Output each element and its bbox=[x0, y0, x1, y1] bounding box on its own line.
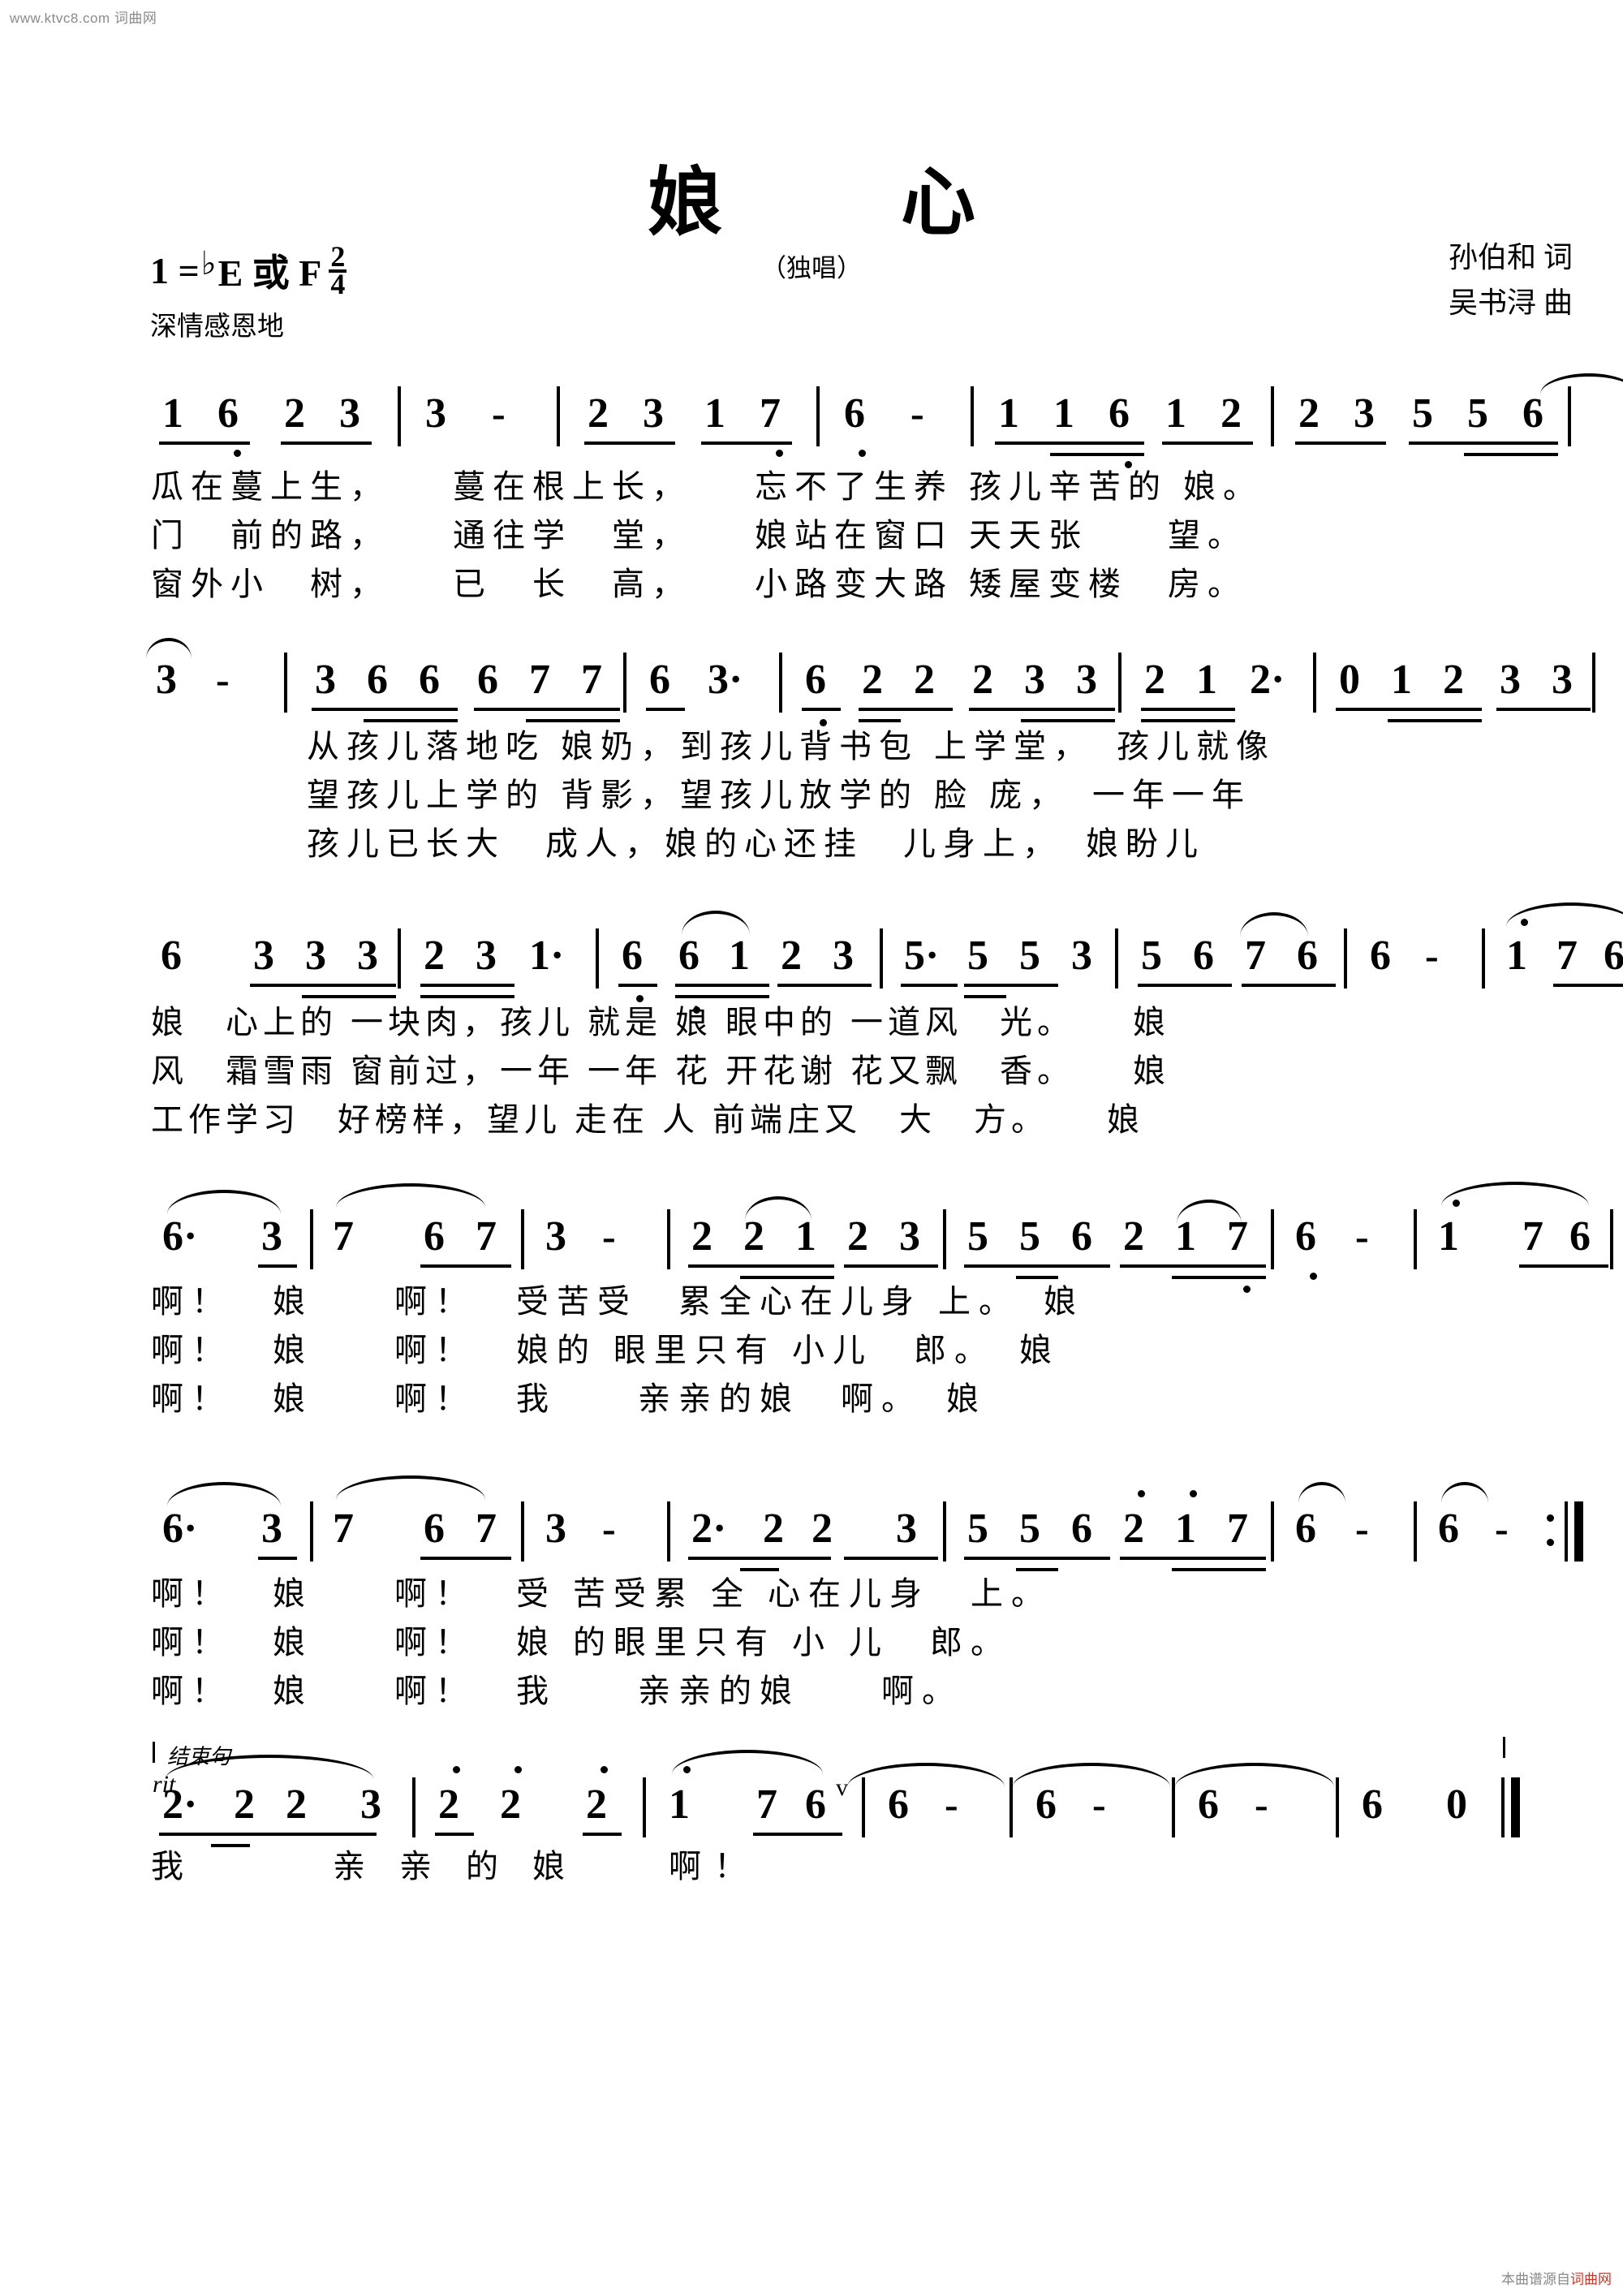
slur bbox=[1177, 1200, 1242, 1224]
tie bbox=[847, 1763, 1005, 1787]
lyric-verse-2: 门 前的路， 通往学 堂， 娘站在窗口 天天张 望。 bbox=[151, 517, 1247, 554]
slur bbox=[336, 1475, 485, 1500]
tie bbox=[1013, 1763, 1170, 1787]
meter-denominator: 4 bbox=[330, 268, 346, 300]
lyric-coda: 我 亲 亲 的 娘 啊！ bbox=[151, 1848, 760, 1885]
watermark-source-label: 本曲谱源自 bbox=[1501, 2272, 1570, 2287]
page-title: 娘 心 bbox=[647, 162, 1027, 244]
lyric-verse-3: 窗外小 树， 已 长 高， 小路变大路 矮屋变楼 房。 bbox=[151, 566, 1247, 602]
slur bbox=[167, 1190, 281, 1214]
tie-start bbox=[1540, 373, 1623, 394]
time-signature: 2 4 bbox=[329, 243, 347, 300]
breath-mark: v bbox=[836, 1774, 848, 1801]
slur bbox=[167, 1482, 281, 1506]
composer-credit: 吴书浔 曲 bbox=[1448, 286, 1573, 319]
repeat-dot-top bbox=[1547, 1514, 1554, 1522]
lyric-rows: 瓜在蔓上生， 蔓在根上长， 忘不了生养 孩儿辛苦的 娘。 bbox=[0, 459, 1623, 511]
flat-symbol: ♭ bbox=[200, 244, 217, 282]
slur bbox=[1506, 902, 1623, 927]
lyric-verse-2: 风 霜雪雨 窗前过，一年 一年 花 开花谢 花又飘 香。 娘 bbox=[151, 1053, 1170, 1089]
watermark-bottom-right: 本曲谱源自词曲网 bbox=[1501, 2268, 1612, 2288]
repeat-dot-bottom bbox=[1547, 1539, 1554, 1546]
lyric-verse-1: 啊！ 娘 啊！ 受苦受 累全心在儿身 上。 娘 bbox=[151, 1283, 1084, 1320]
lyric-verse-2: 啊！ 娘 啊！ 娘的 眼里只有 小儿 郎。 娘 bbox=[151, 1332, 1060, 1368]
tie-start bbox=[1298, 1482, 1345, 1503]
coda-bracket-end-tick bbox=[1503, 1737, 1505, 1758]
coda-bracket-tick bbox=[153, 1742, 155, 1763]
watermark-top-left: www.ktvc8.com 词曲网 bbox=[10, 11, 157, 26]
lyric-verse-2: 啊！ 娘 啊！ 娘 的眼里只有 小 儿 郎。 bbox=[151, 1624, 1011, 1661]
slur bbox=[1441, 1182, 1589, 1206]
staff-system-4: 6· 3 7 6 7 3 - 2 2 1 2 3 5 5 6 2 1 7 6 -… bbox=[0, 1182, 1623, 1427]
slur bbox=[682, 911, 750, 935]
slur bbox=[745, 1196, 812, 1221]
lyric-verse-3: 工作学习 好榜样，望儿 走在 人 前端庄又 大 方。 娘 bbox=[151, 1101, 1144, 1138]
lyric-verse-2: 望孩儿上学的 背影，望孩儿放学的 脸 庞， 一年一年 bbox=[307, 777, 1251, 813]
tie bbox=[1175, 1763, 1334, 1787]
lyric-verse-1: 啊！ 娘 啊！ 受 苦受累 全 心在儿身 上。 bbox=[151, 1575, 1052, 1612]
watermark-site-name: 词曲网 bbox=[1570, 2272, 1612, 2287]
lyric-verse-1: 从孩儿落地吃 娘奶，到孩儿背书包 上学堂， 孩儿就像 bbox=[307, 728, 1276, 765]
note-row: 1 6 2 3 3 - 2 3 1 7 6 - 1 1 6 1 2 2 3 5 … bbox=[0, 373, 1623, 468]
credits: 孙伯和 词 吴书浔 曲 bbox=[1449, 235, 1573, 326]
lyricist-credit: 孙伯和 词 bbox=[1448, 241, 1573, 274]
repeat-barline-thick bbox=[1574, 1501, 1583, 1562]
staff-system-6-coda: 结束句 rit 2· 2 2 3 2 2 2 1 7 6 v 6 - 6 - 6… bbox=[0, 1737, 1623, 1894]
lyric-verse-1: 瓜在蔓上生， 蔓在根上长， 忘不了生养 孩儿辛苦的 娘。 bbox=[151, 468, 1263, 505]
note-row: 6 3 3 3 2 3 1· 6 6 1 2 3 5· 5 5 3 5 6 7 … bbox=[0, 902, 1623, 1014]
expression-marking: 深情感恩地 bbox=[150, 312, 284, 342]
lyric-verse-3: 孩儿已长大 成人，娘的心还挂 儿身上， 娘盼儿 bbox=[307, 825, 1205, 862]
final-barline-thin bbox=[1501, 1777, 1505, 1837]
lyric-verse-3: 啊！ 娘 啊！ 我 亲亲的娘 啊。 bbox=[151, 1673, 962, 1709]
tie-end bbox=[1441, 1482, 1488, 1503]
lyric-verse-1: 娘 心上的 一块肉，孩儿 就是 娘 眼中的 一道风 光。 娘 bbox=[151, 1004, 1170, 1040]
note-row: 6· 3 7 6 7 3 - 2· 2 2 3 5 5 6 2 1 7 6 - … bbox=[0, 1475, 1623, 1571]
slur bbox=[672, 1750, 823, 1774]
note-row: 6· 3 7 6 7 3 - 2 2 1 2 3 5 5 6 2 1 7 6 -… bbox=[0, 1182, 1623, 1293]
key-prefix: 1 = bbox=[150, 249, 200, 291]
slur bbox=[336, 1183, 485, 1208]
repeat-barline-thin bbox=[1565, 1501, 1568, 1562]
note-row: 3 - 3 6 6 6 7 7 6 3· 6 2 2 2 3 3 2 1 2· … bbox=[0, 638, 1623, 726]
staff-system-5: 6· 3 7 6 7 3 - 2· 2 2 3 5 5 6 2 1 7 6 - … bbox=[0, 1475, 1623, 1719]
staff-system-1: 1 6 2 3 3 - 2 3 1 7 6 - 1 1 6 1 2 2 3 5 … bbox=[0, 373, 1623, 615]
final-barline-thick bbox=[1511, 1777, 1520, 1837]
staff-system-2: 3 - 3 6 6 6 7 7 6 3· 6 2 2 2 3 3 2 1 2· … bbox=[0, 638, 1623, 875]
key-names: E 或 F bbox=[217, 252, 322, 294]
staff-system-3: 6 3 3 3 2 3 1· 6 6 1 2 3 5· 5 5 3 5 6 7 … bbox=[0, 902, 1623, 1151]
slur bbox=[1240, 912, 1308, 937]
lyric-verse-3: 啊！ 娘 啊！ 我 亲亲的娘 啊。 娘 bbox=[151, 1381, 987, 1417]
note-row: 结束句 rit 2· 2 2 3 2 2 2 1 7 6 v 6 - 6 - 6… bbox=[0, 1737, 1623, 1847]
key-signature: 1 = ♭ E 或 F 2 4 bbox=[150, 243, 347, 300]
